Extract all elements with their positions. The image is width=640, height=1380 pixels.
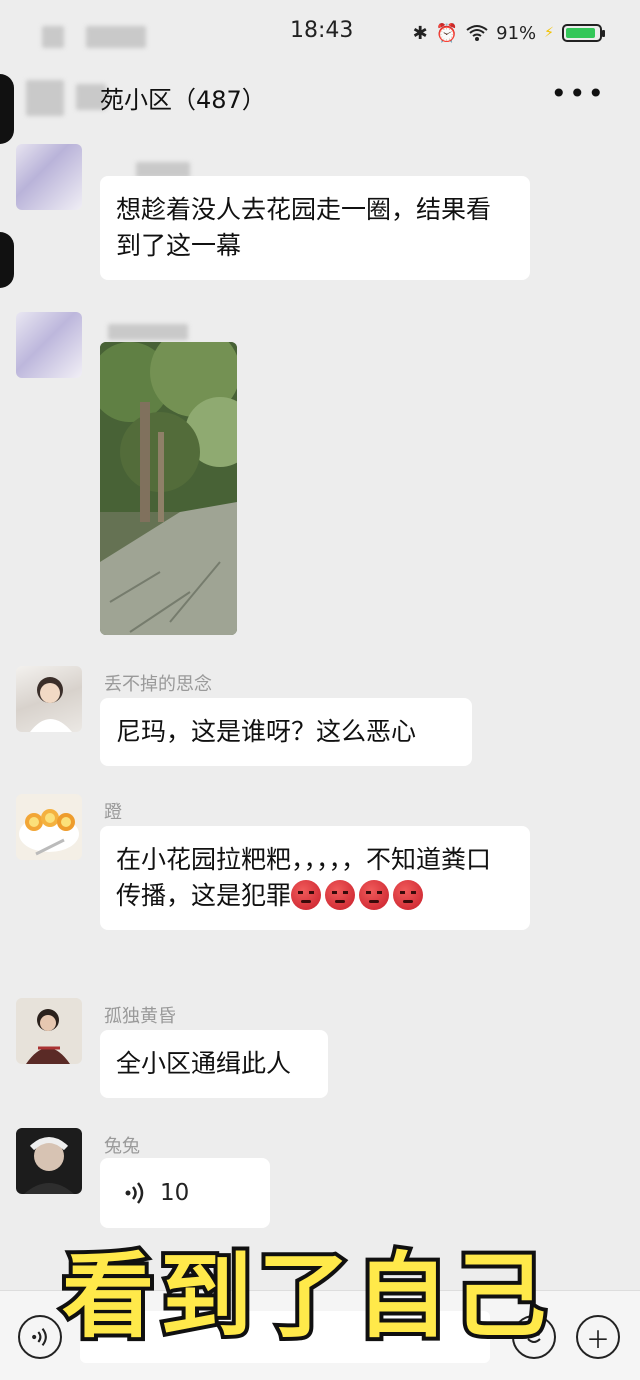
more-dots-icon[interactable]: •••	[550, 80, 606, 108]
avatar[interactable]	[16, 312, 82, 378]
message-bubble[interactable]: 尼玛，这是谁呀？这么恶心	[100, 698, 472, 766]
voice-wave-icon	[32, 1328, 47, 1346]
message-text: 想趁着没人去花园走一圈，结果看到了这一幕	[116, 195, 492, 260]
blurred-back-button	[26, 80, 64, 116]
message-text: 全小区通缉此人	[116, 1049, 292, 1078]
avatar[interactable]	[16, 666, 82, 732]
status-time: 18:43	[290, 18, 354, 43]
wifi-icon	[466, 25, 488, 41]
message-bubble[interactable]: 在小花园拉粑粑，，，，，不知道粪口传播，这是犯罪	[100, 826, 530, 930]
avatar-image	[24, 1137, 74, 1194]
blurred-status-icons	[42, 26, 64, 48]
charging-icon: ⚡	[544, 25, 554, 41]
angry-face-icon	[325, 880, 356, 910]
chat-title: 苑小区（487）	[100, 86, 266, 114]
plus-icon[interactable]: ＋	[576, 1315, 620, 1359]
avatar-image	[26, 1009, 70, 1064]
shared-photo[interactable]	[100, 342, 237, 635]
avatar[interactable]	[16, 998, 82, 1064]
voice-input-icon[interactable]	[18, 1315, 62, 1359]
battery-icon	[562, 24, 605, 42]
message-bubble[interactable]: 想趁着没人去花园走一圈，结果看到了这一幕	[100, 176, 530, 280]
avatar[interactable]	[16, 1128, 82, 1194]
status-icons: ✱ ⏰ 91% ⚡	[412, 18, 605, 48]
message-list[interactable]: 想趁着没人去花园走一圈，结果看到了这一幕 丢不掉的思念 尼玛，这是谁呀？这么恶心	[0, 130, 640, 1290]
emoji-group	[291, 880, 427, 910]
sender-name: 兔兔	[104, 1136, 140, 1157]
status-bar: 18:43 ✱ ⏰ 91% ⚡	[0, 0, 640, 66]
angry-face-icon	[291, 880, 322, 910]
battery-level	[566, 28, 596, 38]
avatar[interactable]	[16, 794, 82, 860]
angry-face-icon	[359, 880, 390, 910]
voice-message-bubble[interactable]: 10	[100, 1158, 270, 1228]
alarm-icon: ⏰	[435, 22, 459, 44]
avatar-image	[30, 677, 72, 732]
battery-percent: 91%	[496, 22, 537, 44]
video-caption: 看到了自己	[58, 1239, 553, 1354]
angry-face-icon	[393, 880, 424, 910]
avatar-image	[19, 809, 79, 856]
sender-name: 丢不掉的思念	[104, 674, 212, 695]
voice-duration: 10	[160, 1180, 190, 1206]
garden-photo-image	[100, 342, 237, 635]
message-bubble[interactable]: 全小区通缉此人	[100, 1030, 328, 1098]
message-text: 尼玛，这是谁呀？这么恶心	[116, 717, 417, 746]
voice-wave-icon	[125, 1182, 144, 1204]
sender-name: 孤独黄昏	[104, 1006, 176, 1027]
bluetooth-icon: ✱	[412, 22, 428, 44]
blurred-sender-name	[108, 324, 188, 340]
avatar[interactable]	[16, 144, 82, 210]
blurred-status-icons	[86, 26, 146, 48]
chat-header: 苑小区（487） •••	[0, 66, 640, 130]
sender-name: 蹬	[104, 802, 122, 823]
